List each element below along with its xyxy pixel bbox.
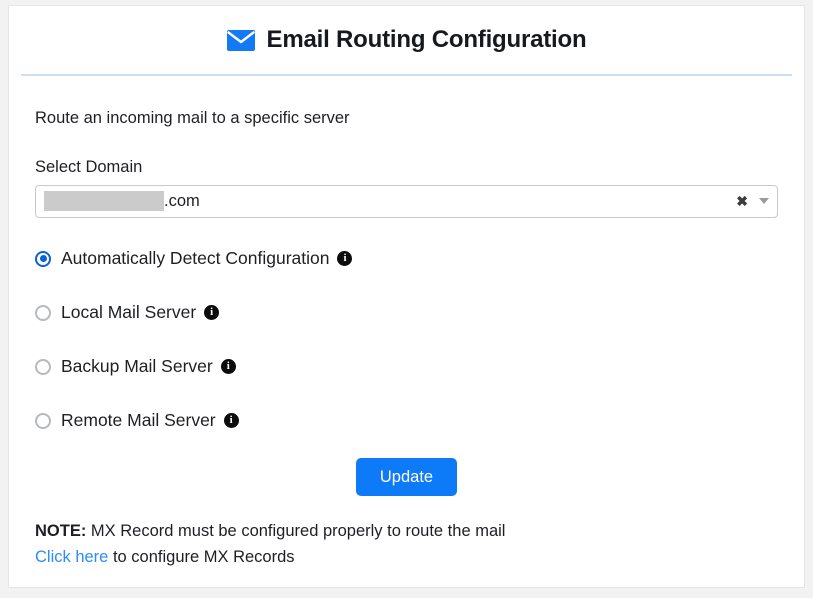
subtitle: Route an incoming mail to a specific ser…	[35, 109, 778, 128]
note-line-1: NOTE: MX Record must be configured prope…	[35, 518, 778, 544]
note-line-2: Click here to configure MX Records	[35, 544, 778, 570]
radio-option-local-mail-server[interactable]: Local Mail Server i	[35, 294, 778, 332]
redacted-domain-block	[44, 191, 164, 211]
radio-label: Backup Mail Server	[61, 356, 213, 377]
select-domain-label: Select Domain	[35, 158, 778, 177]
info-icon[interactable]: i	[337, 251, 352, 266]
info-icon[interactable]: i	[221, 359, 236, 374]
radio-option-automatic[interactable]: Automatically Detect Configuration i	[35, 240, 778, 278]
card-header: Email Routing Configuration	[9, 6, 804, 76]
radio-label: Automatically Detect Configuration	[61, 248, 329, 269]
radio-label: Local Mail Server	[61, 302, 196, 323]
domain-suffix: .com	[164, 192, 200, 211]
note-block: NOTE: MX Record must be configured prope…	[35, 518, 778, 571]
envelope-icon	[227, 30, 255, 51]
radio-label: Remote Mail Server	[61, 410, 216, 431]
mx-records-link[interactable]: Click here	[35, 548, 108, 566]
chevron-down-icon[interactable]	[759, 198, 769, 204]
update-button[interactable]: Update	[356, 458, 457, 497]
info-icon[interactable]: i	[204, 305, 219, 320]
routing-options-list: Automatically Detect Configuration i Loc…	[35, 240, 778, 440]
page-background: Email Routing Configuration Route an inc…	[0, 0, 813, 598]
card-body: Route an incoming mail to a specific ser…	[9, 109, 804, 571]
button-row: Update	[35, 458, 778, 497]
radio-mark	[35, 251, 51, 267]
radio-mark	[35, 413, 51, 429]
page-title: Email Routing Configuration	[267, 26, 587, 54]
header-divider	[21, 74, 792, 76]
radio-option-remote-mail-server[interactable]: Remote Mail Server i	[35, 402, 778, 440]
info-icon[interactable]: i	[224, 413, 239, 428]
note-text: MX Record must be configured properly to…	[86, 522, 505, 540]
select-domain-value: .com	[36, 191, 200, 211]
note-prefix: NOTE:	[35, 522, 86, 540]
close-icon[interactable]: ✖	[736, 194, 748, 208]
email-routing-card: Email Routing Configuration Route an inc…	[8, 5, 805, 588]
radio-mark	[35, 359, 51, 375]
title-row: Email Routing Configuration	[227, 26, 587, 54]
select-domain-input[interactable]: .com ✖	[35, 185, 778, 218]
select-actions: ✖	[736, 186, 769, 217]
radio-option-backup-mail-server[interactable]: Backup Mail Server i	[35, 348, 778, 386]
radio-mark	[35, 305, 51, 321]
note-link-suffix: to configure MX Records	[108, 548, 294, 566]
